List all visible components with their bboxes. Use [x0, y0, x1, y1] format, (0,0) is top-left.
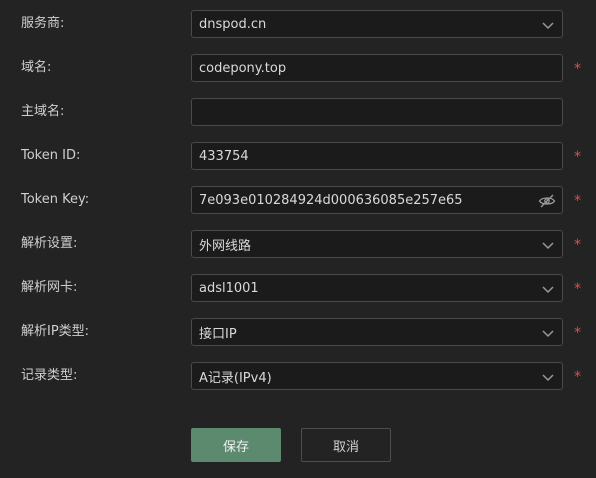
domain-label: 域名:: [21, 60, 52, 75]
resolve-ip-type-row: 解析IP类型: 接口IP *: [0, 318, 596, 346]
resolve-ip-type-select[interactable]: 接口IP: [191, 318, 563, 346]
resolve-setting-label: 解析设置:: [21, 236, 78, 251]
required-mark: *: [574, 193, 581, 209]
required-mark: *: [574, 281, 581, 297]
resolve-nic-label: 解析网卡:: [21, 280, 78, 295]
resolve-nic-row: 解析网卡: adsl1001 *: [0, 274, 596, 302]
record-type-row: 记录类型: A记录(IPv4) *: [0, 362, 596, 390]
provider-row: 服务商: dnspod.cn: [0, 10, 596, 38]
provider-value: dnspod.cn: [199, 16, 267, 32]
resolve-setting-select[interactable]: 外网线路: [191, 230, 563, 258]
chevron-down-icon: [542, 286, 554, 294]
domain-field[interactable]: [191, 54, 563, 82]
required-mark: *: [574, 61, 581, 77]
domain-input[interactable]: [192, 56, 519, 80]
resolve-setting-row: 解析设置: 外网线路 *: [0, 230, 596, 258]
record-type-label: 记录类型:: [21, 368, 78, 383]
provider-label: 服务商:: [21, 16, 65, 31]
token-key-label: Token Key:: [21, 192, 90, 207]
main-domain-row: 主域名:: [0, 98, 596, 126]
token-key-field[interactable]: [191, 186, 563, 214]
domain-row: 域名: *: [0, 54, 596, 82]
chevron-down-icon: [542, 22, 554, 30]
resolve-ip-type-label: 解析IP类型:: [21, 324, 90, 339]
resolve-nic-value: adsl1001: [199, 280, 259, 296]
resolve-nic-select[interactable]: adsl1001: [191, 274, 563, 302]
record-type-select[interactable]: A记录(IPv4): [191, 362, 563, 390]
chevron-down-icon: [542, 242, 554, 250]
cancel-button[interactable]: 取消: [301, 428, 391, 462]
token-key-input[interactable]: [192, 188, 519, 212]
token-id-field[interactable]: [191, 142, 563, 170]
record-type-value: A记录(IPv4): [199, 370, 272, 386]
chevron-down-icon: [542, 374, 554, 382]
token-id-row: Token ID: *: [0, 142, 596, 170]
required-mark: *: [574, 149, 581, 165]
required-mark: *: [574, 369, 581, 385]
main-domain-field[interactable]: [191, 98, 563, 126]
token-id-label: Token ID:: [21, 148, 81, 163]
resolve-ip-type-value: 接口IP: [199, 326, 237, 342]
provider-select[interactable]: dnspod.cn: [191, 10, 563, 38]
token-id-input[interactable]: [192, 144, 519, 168]
required-mark: *: [574, 237, 581, 253]
resolve-setting-value: 外网线路: [199, 238, 252, 254]
required-mark: *: [574, 325, 581, 341]
main-domain-label: 主域名:: [21, 104, 65, 119]
eye-slash-icon[interactable]: [538, 193, 556, 209]
chevron-down-icon: [542, 330, 554, 338]
save-button[interactable]: 保存: [191, 428, 281, 462]
token-key-row: Token Key: *: [0, 186, 596, 214]
main-domain-input[interactable]: [192, 100, 519, 124]
